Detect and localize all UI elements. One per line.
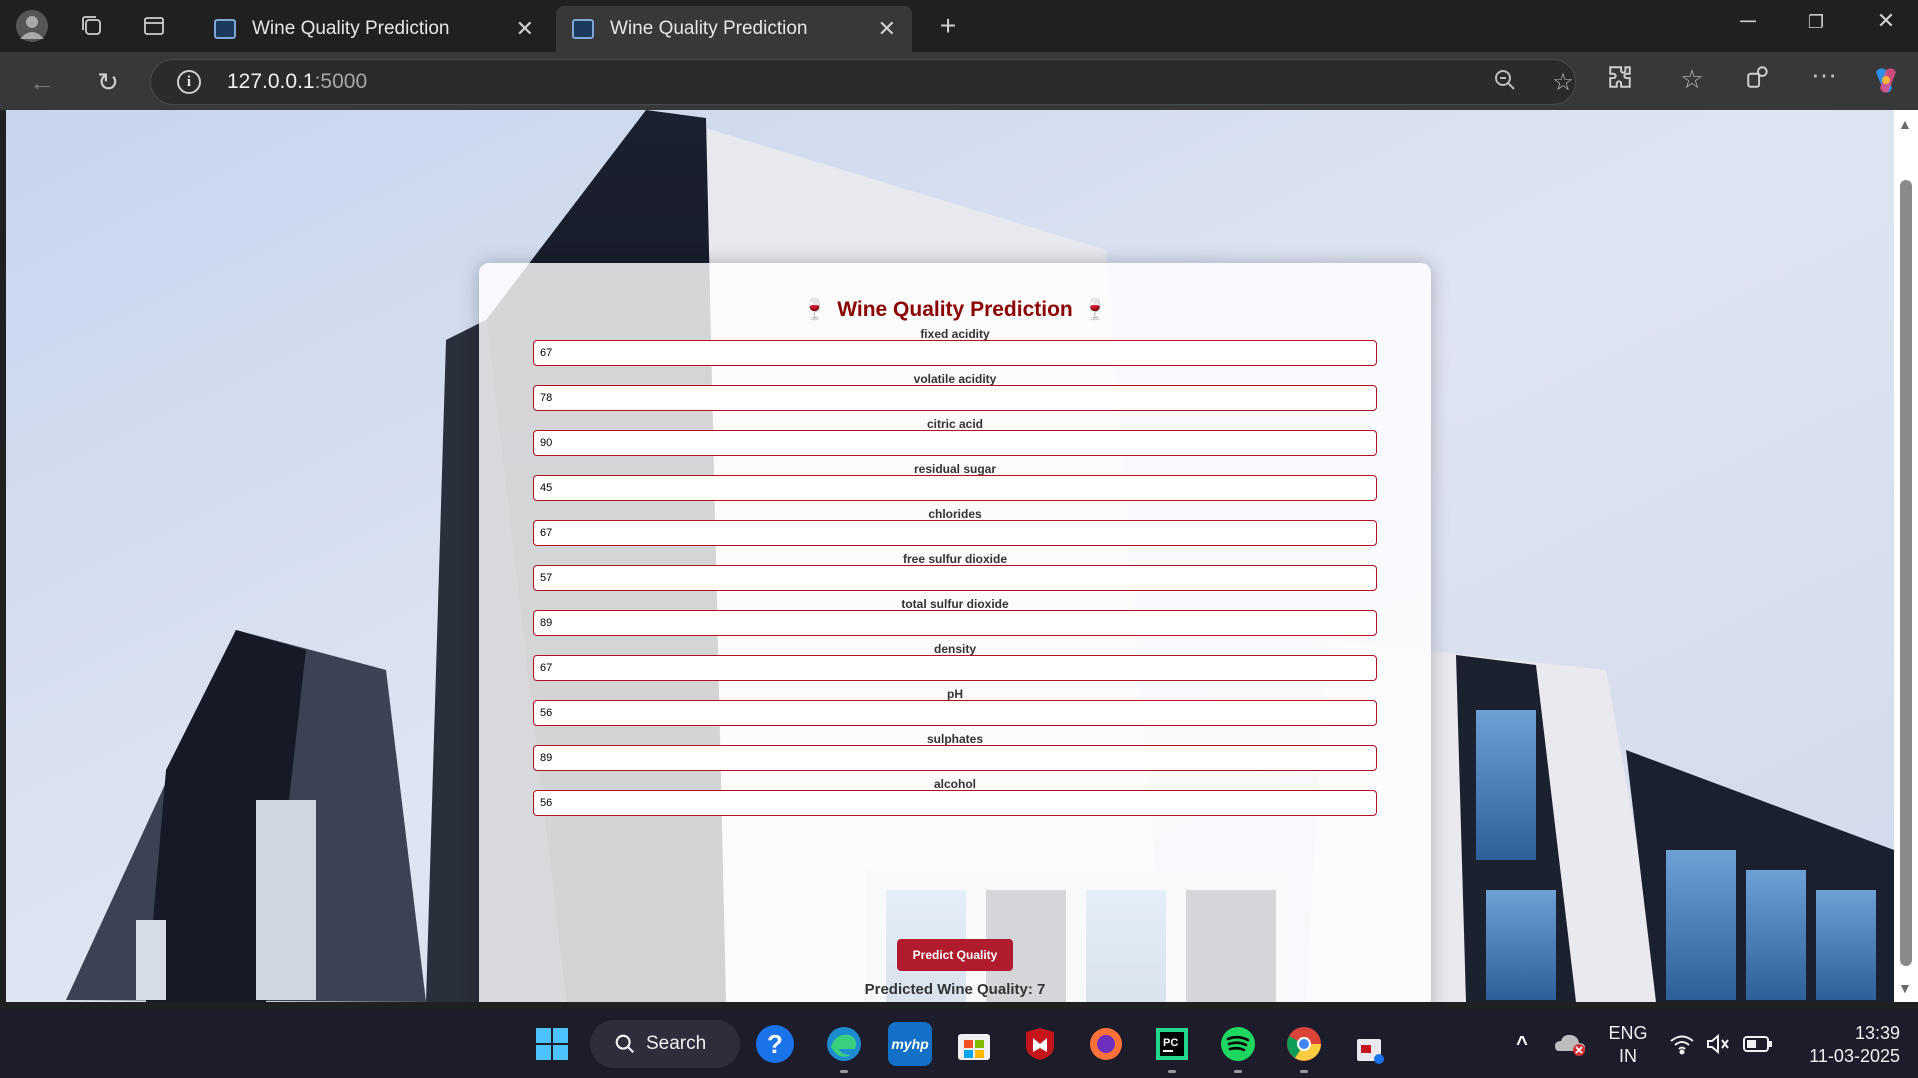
- label-alcohol: alcohol: [933, 777, 976, 791]
- svg-text:PC: PC: [1163, 1037, 1178, 1049]
- tab-label: Wine Quality Prediction: [610, 18, 808, 39]
- spotify-icon[interactable]: [1216, 1022, 1260, 1066]
- spotify-running-indicator: [1234, 1070, 1242, 1073]
- page-title: 🍷 Wine Quality Prediction 🍷: [479, 297, 1431, 322]
- tab-wine-quality-2[interactable]: Wine Quality Prediction ✕: [556, 6, 912, 52]
- address-host: 127.0.0.1: [227, 70, 315, 93]
- prediction-form-card: 🍷 Wine Quality Prediction 🍷 fixed acidity …: [479, 263, 1431, 1002]
- close-tab-icon[interactable]: ✕: [516, 16, 534, 42]
- profile-avatar-icon[interactable]: [12, 6, 52, 46]
- terminal-favicon-icon: [572, 19, 594, 39]
- input-ph[interactable]: [533, 700, 1377, 726]
- prediction-result: Predicted Wine Quality: 7: [864, 981, 1046, 998]
- edge-running-indicator: [840, 1070, 848, 1073]
- label-residual-sugar: residual sugar: [913, 462, 997, 476]
- minimize-icon[interactable]: ─: [1728, 8, 1768, 34]
- label-free-sulfur-dioxide: free sulfur dioxide: [902, 552, 1008, 566]
- myhp-app-icon[interactable]: myhp: [888, 1022, 932, 1066]
- input-language[interactable]: ENG IN: [1600, 1022, 1656, 1068]
- help-app-icon[interactable]: ?: [756, 1025, 794, 1063]
- windows-taskbar: Search ? myhp PC ^ ENG IN 13:39 11-03-20…: [0, 1010, 1918, 1078]
- battery-icon[interactable]: [1736, 1022, 1780, 1066]
- input-chlorides[interactable]: [533, 520, 1377, 546]
- label-sulphates: sulphates: [926, 732, 983, 746]
- search-icon: [615, 1034, 635, 1054]
- clock-date: 11-03-2025: [1809, 1046, 1900, 1066]
- chrome-running-indicator: [1300, 1070, 1308, 1073]
- language-region: IN: [1619, 1046, 1637, 1066]
- mcafee-icon[interactable]: [1018, 1022, 1062, 1066]
- back-icon[interactable]: ←: [22, 62, 62, 102]
- site-info-icon[interactable]: i: [177, 70, 201, 94]
- address-bar[interactable]: i 127.0.0.1:5000 ☆: [150, 59, 1576, 105]
- clock-time: 13:39: [1854, 1023, 1900, 1043]
- page-title-text: Wine Quality Prediction: [837, 298, 1073, 321]
- input-fixed-acidity[interactable]: [533, 340, 1377, 366]
- wine-glass-icon: 🍷: [1082, 299, 1108, 321]
- tab-wine-quality-1[interactable]: Wine Quality Prediction ✕: [198, 6, 550, 52]
- pycharm-running-indicator: [1168, 1070, 1176, 1073]
- predict-quality-button[interactable]: Predict Quality: [897, 939, 1013, 971]
- language-code: ENG: [1608, 1023, 1648, 1043]
- collections-icon[interactable]: [1738, 64, 1778, 97]
- more-options-icon[interactable]: ⋯: [1804, 60, 1844, 91]
- scroll-up-arrow-icon[interactable]: ▲: [1898, 116, 1912, 132]
- new-tab-icon[interactable]: +: [928, 6, 968, 46]
- scroll-thumb[interactable]: [1900, 180, 1912, 966]
- page-viewport: 🍷 Wine Quality Prediction 🍷 fixed acidity …: [6, 110, 1894, 1002]
- input-free-sulfur-dioxide[interactable]: [533, 565, 1377, 591]
- chrome-icon[interactable]: [1282, 1022, 1326, 1066]
- label-citric-acid: citric acid: [926, 417, 984, 431]
- scroll-down-arrow-icon[interactable]: ▼: [1898, 980, 1912, 996]
- terminal-favicon-icon: [214, 19, 236, 39]
- page-scrollbar[interactable]: ▲ ▼: [1894, 110, 1918, 1002]
- show-hidden-icons-chevron-icon[interactable]: ^: [1500, 1022, 1544, 1066]
- onedrive-error-icon[interactable]: [1548, 1022, 1592, 1066]
- favorites-icon[interactable]: ☆: [1672, 64, 1712, 95]
- tab-actions-icon[interactable]: [134, 6, 174, 46]
- input-alcohol[interactable]: [533, 790, 1377, 816]
- input-sulphates[interactable]: [533, 745, 1377, 771]
- edge-browser-icon[interactable]: [822, 1022, 866, 1066]
- extensions-icon[interactable]: [1600, 64, 1640, 97]
- refresh-icon[interactable]: ↻: [88, 62, 128, 102]
- input-volatile-acidity[interactable]: [533, 385, 1377, 411]
- label-fixed-acidity: fixed acidity: [920, 327, 990, 341]
- tab-label: Wine Quality Prediction: [252, 18, 450, 39]
- volume-muted-icon[interactable]: [1696, 1022, 1740, 1066]
- close-tab-icon[interactable]: ✕: [878, 16, 896, 42]
- input-citric-acid[interactable]: [533, 430, 1377, 456]
- restore-icon[interactable]: ❐: [1796, 12, 1836, 33]
- browser-toolbar: ← ↻ i 127.0.0.1:5000 ☆ ☆ ⋯: [0, 52, 1918, 110]
- label-ph: pH: [947, 687, 963, 701]
- favorite-star-icon[interactable]: ☆: [1543, 68, 1583, 97]
- input-residual-sugar[interactable]: [533, 475, 1377, 501]
- label-volatile-acidity: volatile acidity: [913, 372, 997, 386]
- pycharm-icon[interactable]: PC: [1150, 1022, 1194, 1066]
- clock[interactable]: 13:39 11-03-2025: [1790, 1022, 1900, 1068]
- label-density: density: [933, 642, 976, 656]
- workspaces-icon[interactable]: [72, 6, 112, 46]
- label-total-sulfur-dioxide: total sulfur dioxide: [901, 597, 1009, 611]
- microsoft-store-icon[interactable]: [952, 1022, 996, 1066]
- search-label: Search: [646, 1033, 707, 1054]
- address-port: :5000: [314, 70, 368, 93]
- wine-glass-icon: 🍷: [802, 299, 828, 321]
- zoom-out-icon[interactable]: [1485, 68, 1525, 99]
- input-density[interactable]: [533, 655, 1377, 681]
- browser-titlebar: Wine Quality Prediction ✕ Wine Quality P…: [0, 0, 1918, 52]
- snipping-tool-icon[interactable]: [1348, 1028, 1392, 1072]
- label-chlorides: chlorides: [928, 507, 982, 521]
- windows-start-icon[interactable]: [530, 1022, 574, 1066]
- input-total-sulfur-dioxide[interactable]: [533, 610, 1377, 636]
- copilot-icon[interactable]: [1866, 64, 1906, 103]
- firefox-icon[interactable]: [1084, 1022, 1128, 1066]
- taskbar-search[interactable]: Search: [590, 1020, 740, 1068]
- close-window-icon[interactable]: ✕: [1866, 8, 1906, 34]
